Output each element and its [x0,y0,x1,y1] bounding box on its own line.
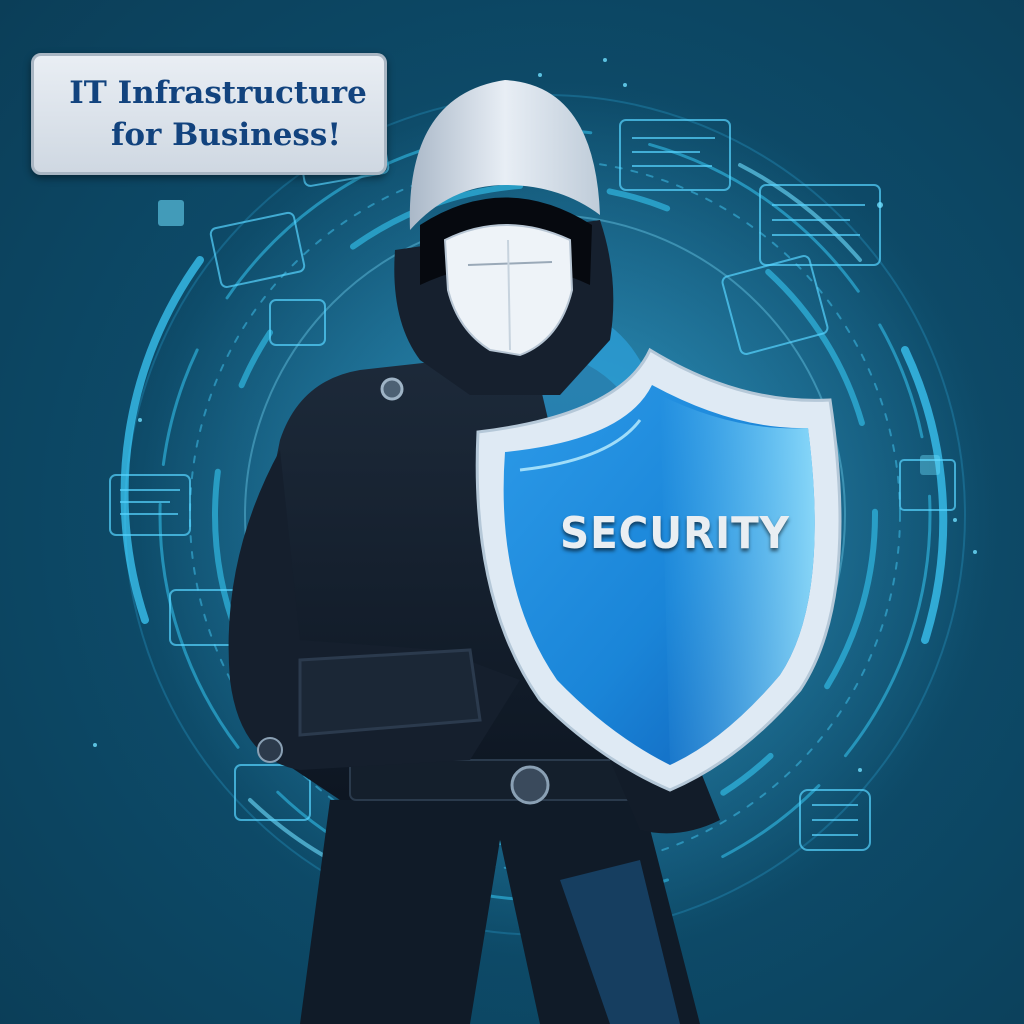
shield-label: SECURITY [560,508,790,559]
banner-line-1: IT Infrastructure [69,75,367,111]
title-banner: IT Infrastructure for Business! [31,53,387,175]
image-canvas: SECURITY IT Infrastructure for Business! [0,0,1024,1024]
banner-line-2: for Business! [111,117,341,153]
